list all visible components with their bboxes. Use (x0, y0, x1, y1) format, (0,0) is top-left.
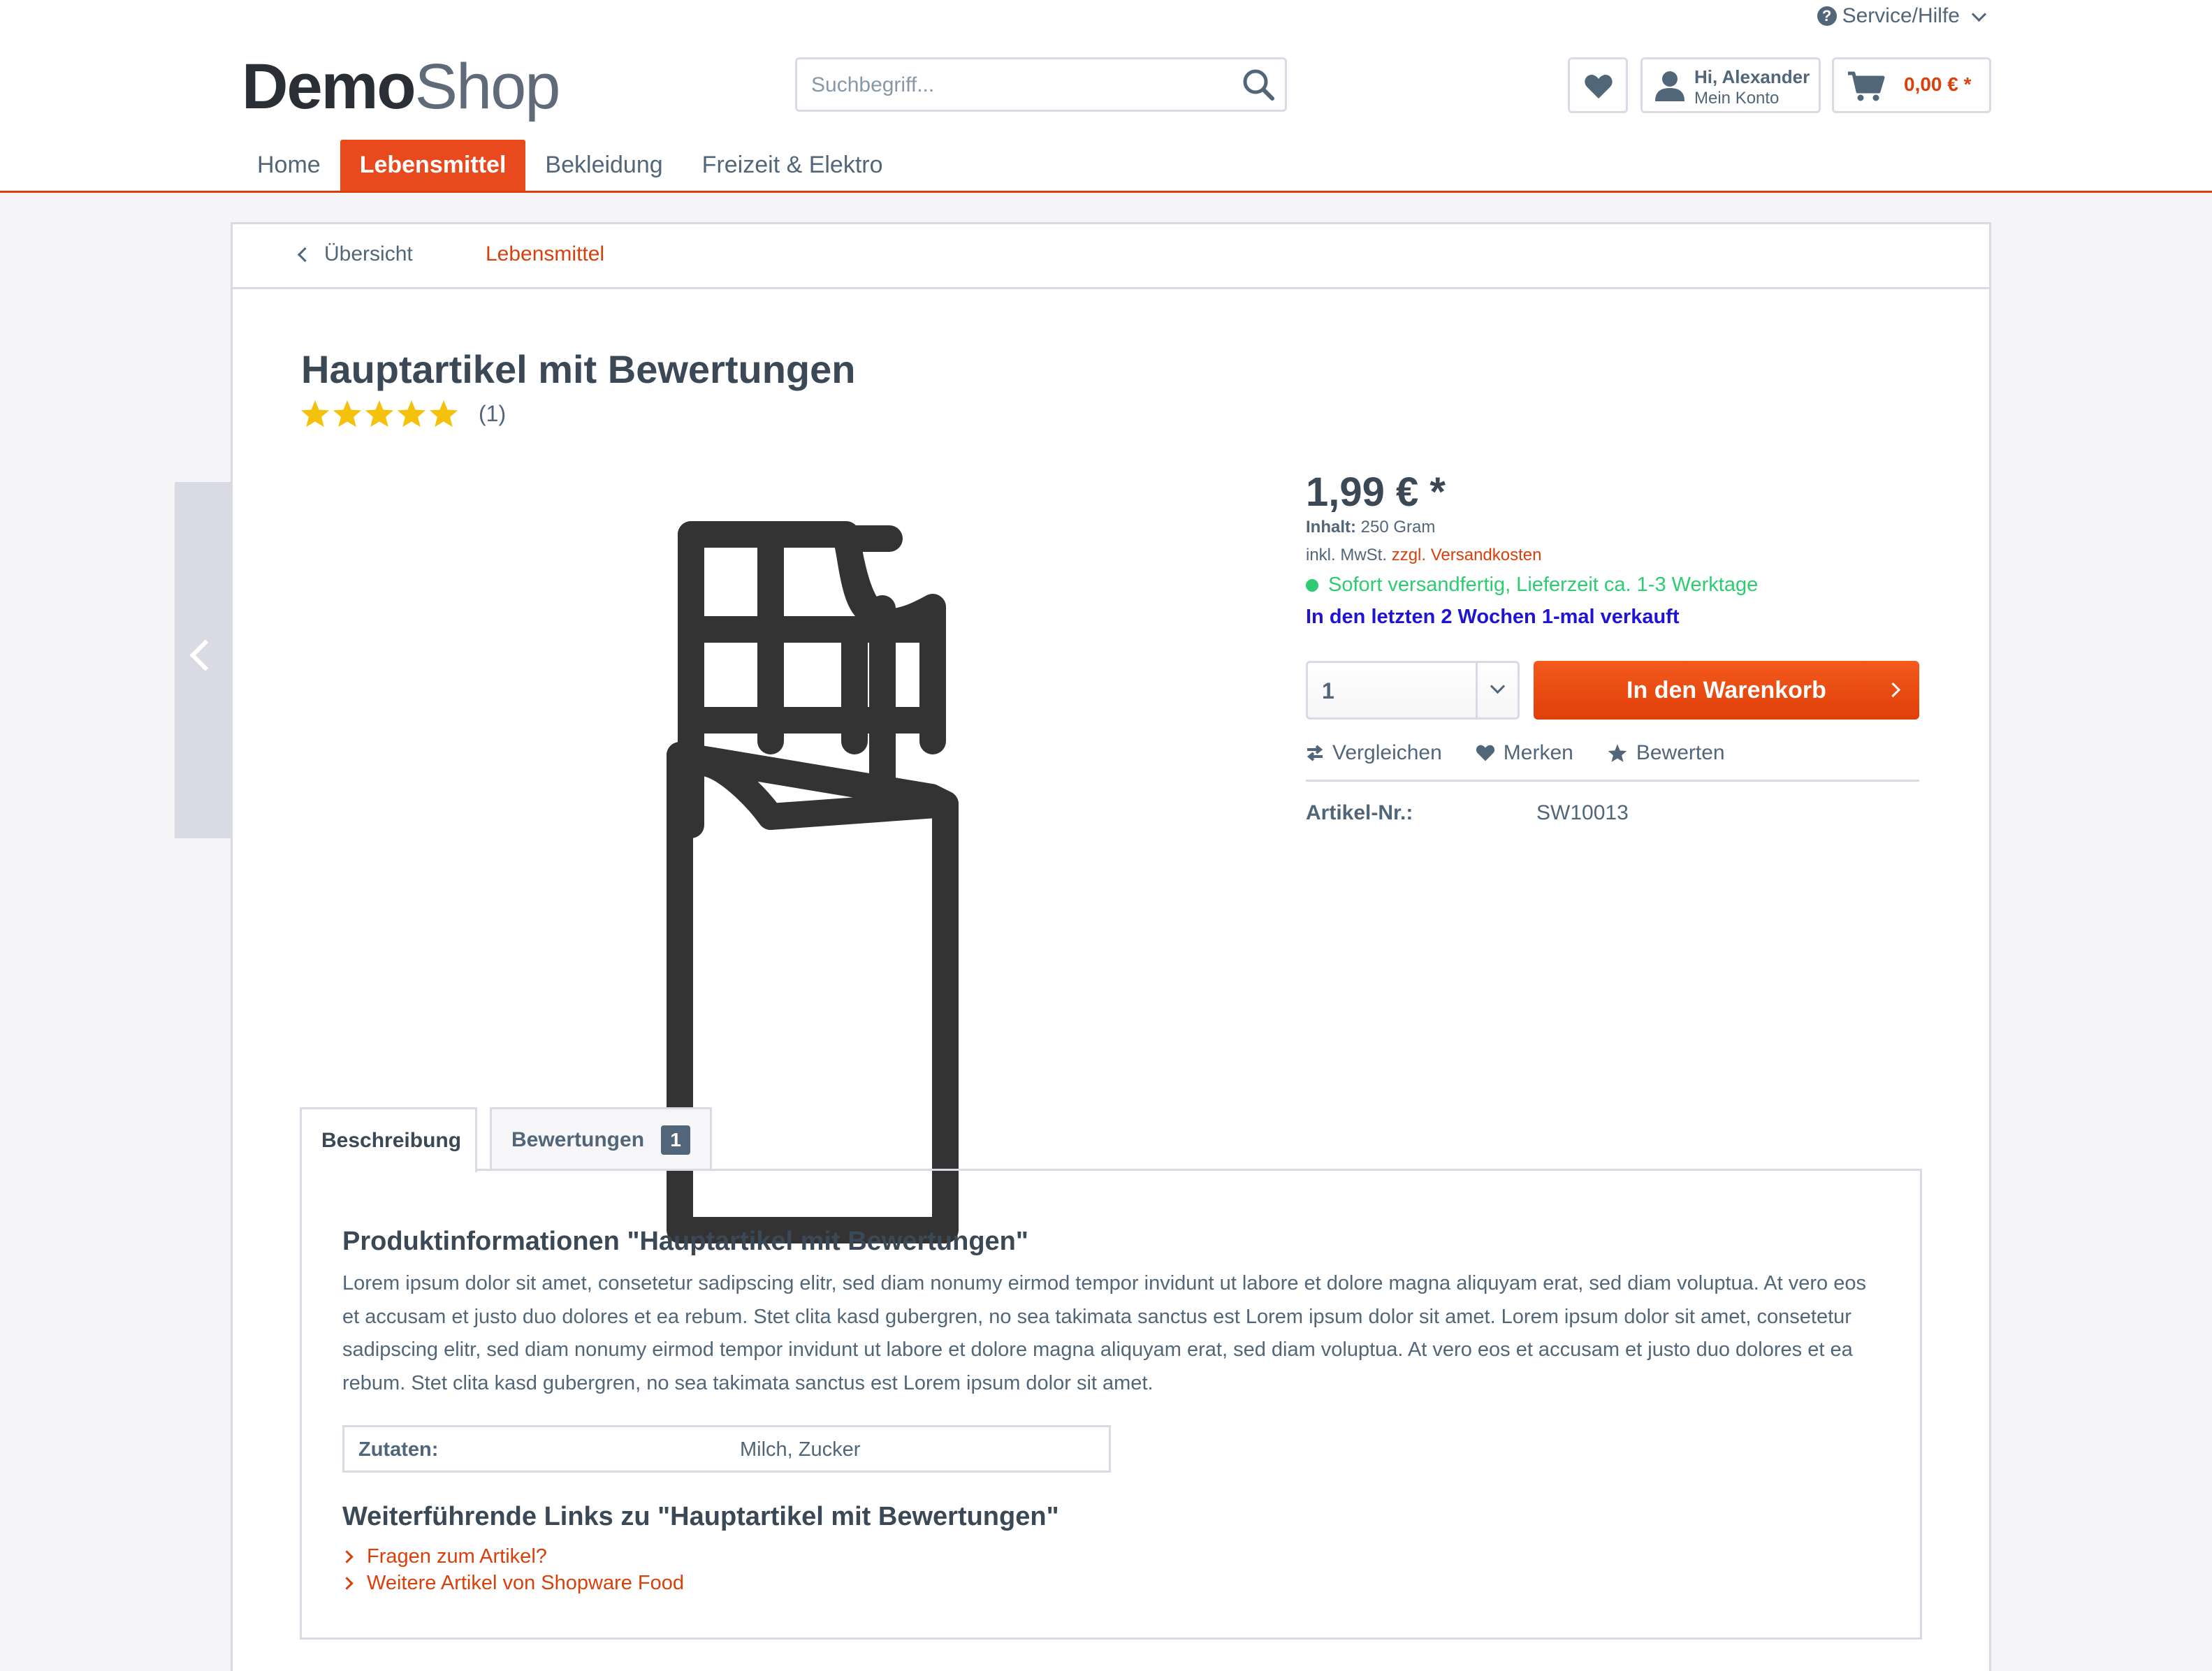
cart-icon (1848, 71, 1885, 101)
cart-amount: 0,00 € * (1904, 73, 1972, 95)
header: ? Service/Hilfe DemoShop Hi, Alexander M… (0, 0, 2212, 193)
shipping-costs-link[interactable]: zzgl. Versandkosten (1392, 546, 1542, 564)
user-icon (1655, 71, 1685, 101)
description-text: Lorem ipsum dolor sit amet, consetetur s… (342, 1272, 1866, 1394)
quantity-select[interactable]: 1 (1306, 661, 1520, 720)
nav-item-freizeit-elektro[interactable]: Freizeit & Elektro (683, 140, 903, 191)
heart-icon (1476, 745, 1494, 761)
questions-link[interactable]: Fragen zum Artikel? (340, 1545, 547, 1568)
chevron-down-icon (1971, 6, 1987, 22)
delivery-text: Sofort versandfertig, Lieferzeit ca. 1-3… (1328, 574, 1759, 596)
service-label: Service/Hilfe (1842, 4, 1960, 27)
account-button[interactable]: Hi, Alexander Mein Konto (1640, 57, 1821, 113)
star-icon (365, 400, 394, 428)
tax-info: inkl. MwSt. zzgl. Versandkosten (1306, 546, 1541, 565)
add-to-cart-label: In den Warenkorb (1627, 676, 1826, 703)
product-actions: Vergleichen Merken Bewerten (1306, 741, 1725, 765)
breadcrumb: Übersicht Lebensmittel (233, 224, 1989, 289)
nav-item-lebensmittel[interactable]: Lebensmittel (340, 140, 526, 191)
sold-info: In den letzten 2 Wochen 1-mal verkauft (1306, 606, 1680, 628)
search-input[interactable] (810, 59, 1218, 111)
nav-item-bekleidung[interactable]: Bekleidung (525, 140, 682, 191)
back-label: Übersicht (324, 242, 413, 265)
main-navigation: Home Lebensmittel Bekleidung Freizeit & … (238, 140, 903, 191)
account-label: Mein Konto (1694, 89, 1780, 108)
ingredients-label: Zutaten: (358, 1438, 439, 1461)
compare-icon (1307, 745, 1323, 761)
more-articles-link[interactable]: Weitere Artikel von Shopware Food (340, 1572, 685, 1595)
compare-label: Vergleichen (1332, 741, 1442, 764)
ingredients-value: Milch, Zucker (740, 1438, 861, 1461)
article-number-value: SW10013 (1536, 801, 1629, 824)
delivery-status-dot (1306, 578, 1318, 592)
content-info: Inhalt: 250 Gram (1306, 518, 1435, 537)
ingredients-table: Zutaten: Milch, Zucker (342, 1425, 1111, 1473)
chevron-down-icon (1490, 678, 1506, 694)
logo[interactable]: DemoShop (242, 51, 561, 122)
review-label: Bewerten (1636, 741, 1725, 764)
nav-item-home[interactable]: Home (238, 140, 340, 191)
search-button[interactable] (1239, 66, 1278, 104)
chevron-left-icon (297, 247, 313, 262)
questions-link-label: Fragen zum Artikel? (367, 1545, 547, 1568)
remember-link[interactable]: Merken (1476, 741, 1573, 765)
cart-button[interactable]: 0,00 € * (1832, 57, 1991, 113)
rating-count: (1) (479, 400, 507, 426)
content-value: 250 Gram (1360, 518, 1436, 537)
product-title: Hauptartikel mit Bewertungen (301, 347, 856, 391)
back-to-overview-link[interactable]: Übersicht (297, 242, 413, 266)
service-menu[interactable]: ? Service/Hilfe (1817, 4, 1987, 28)
heart-icon (1585, 75, 1613, 98)
product-price: 1,99 € * (1306, 469, 1446, 515)
reviews-count-badge: 1 (661, 1125, 691, 1155)
content-label: Inhalt: (1306, 518, 1356, 537)
search-icon (1243, 69, 1274, 101)
logo-shop: Shop (414, 51, 561, 122)
divider (1306, 780, 1919, 782)
rating-stars[interactable]: (1) (300, 399, 506, 428)
more-articles-link-label: Weitere Artikel von Shopware Food (367, 1572, 685, 1594)
description-heading: Produktinformationen "Hauptartikel mit B… (342, 1227, 1028, 1256)
review-link[interactable]: Bewerten (1607, 741, 1725, 765)
tab-reviews[interactable]: Bewertungen 1 (490, 1107, 712, 1170)
chevron-left-icon (189, 639, 221, 671)
wishlist-button[interactable] (1568, 57, 1628, 113)
article-number-label: Artikel-Nr.: (1306, 801, 1413, 824)
tab-reviews-label: Bewertungen (511, 1128, 645, 1151)
star-icon (300, 400, 330, 428)
tax-text: inkl. MwSt. (1306, 546, 1388, 564)
star-icon (333, 400, 362, 428)
chevron-right-icon (340, 1550, 354, 1563)
search-box (795, 57, 1287, 112)
tab-description[interactable]: Beschreibung (300, 1107, 477, 1172)
logo-demo: Demo (242, 51, 416, 122)
previous-product-button[interactable] (175, 482, 231, 838)
content-card: Übersicht Lebensmittel Hauptartikel mit … (231, 222, 1991, 1671)
quantity-divider (1476, 663, 1478, 717)
breadcrumb-category-link[interactable]: Lebensmittel (486, 242, 604, 266)
quantity-value: 1 (1322, 678, 1334, 703)
star-icon (397, 400, 426, 428)
account-greeting: Hi, Alexander (1694, 66, 1810, 87)
chevron-right-icon (340, 1577, 354, 1590)
compare-link[interactable]: Vergleichen (1306, 741, 1442, 765)
tab-content: Produktinformationen "Hauptartikel mit B… (300, 1169, 1922, 1640)
remember-label: Merken (1503, 741, 1573, 764)
star-icon (1608, 744, 1627, 762)
chevron-right-icon (1885, 682, 1901, 698)
links-heading: Weiterführende Links zu "Hauptartikel mi… (342, 1502, 1059, 1531)
help-icon: ? (1817, 6, 1837, 26)
tab-description-label: Beschreibung (321, 1129, 462, 1152)
delivery-info: Sofort versandfertig, Lieferzeit ca. 1-3… (1306, 574, 1758, 597)
star-icon (429, 400, 458, 428)
add-to-cart-button[interactable]: In den Warenkorb (1534, 661, 1919, 720)
